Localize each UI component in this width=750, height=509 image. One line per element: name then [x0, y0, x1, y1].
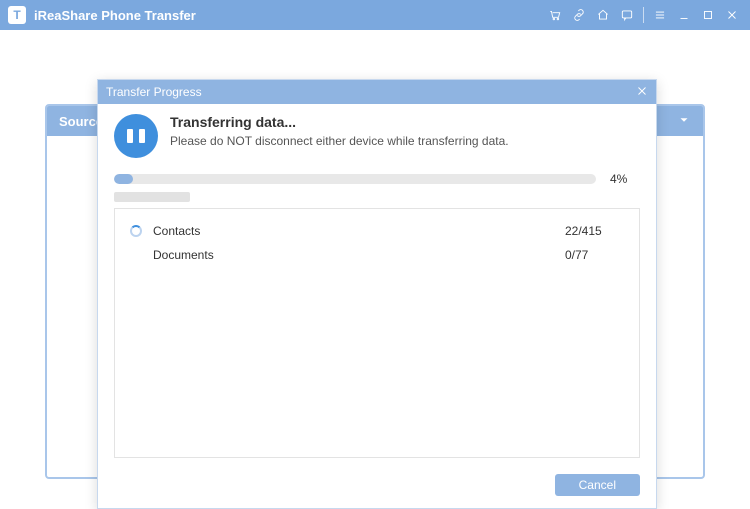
home-icon[interactable] [591, 3, 615, 27]
progress-percent: 4% [610, 172, 640, 186]
overall-progress: 4% [114, 172, 640, 186]
transfer-items-list: Contacts 22/415 Documents 0/77 [114, 208, 640, 458]
item-name: Documents [153, 248, 565, 262]
dialog-titlebar: Transfer Progress [98, 80, 656, 104]
cart-icon[interactable] [543, 3, 567, 27]
list-item: Documents 0/77 [129, 243, 625, 267]
titlebar: T iReaShare Phone Transfer [0, 0, 750, 30]
feedback-icon[interactable] [615, 3, 639, 27]
dialog-title: Transfer Progress [106, 85, 202, 99]
dialog-close-button[interactable] [636, 85, 648, 100]
titlebar-separator [643, 7, 644, 23]
cancel-button[interactable]: Cancel [555, 474, 640, 496]
dialog-heading: Transferring data... [170, 114, 509, 130]
transfer-icon [114, 114, 158, 158]
app-title: iReaShare Phone Transfer [34, 8, 196, 23]
item-count: 22/415 [565, 224, 625, 238]
link-icon[interactable] [567, 3, 591, 27]
menu-icon[interactable] [648, 3, 672, 27]
progress-bar-fill [114, 174, 133, 184]
item-count: 0/77 [565, 248, 625, 262]
current-file-placeholder [114, 192, 190, 202]
item-name: Contacts [153, 224, 565, 238]
dialog-subheading: Please do NOT disconnect either device w… [170, 134, 509, 148]
spinner-icon [129, 224, 143, 238]
progress-bar [114, 174, 596, 184]
close-button[interactable] [720, 3, 744, 27]
app-logo-icon: T [8, 6, 26, 24]
spinner-icon [129, 248, 143, 262]
maximize-button[interactable] [696, 3, 720, 27]
source-dropdown-caret-icon[interactable] [677, 113, 691, 130]
minimize-button[interactable] [672, 3, 696, 27]
list-item: Contacts 22/415 [129, 219, 625, 243]
transfer-progress-dialog: Transfer Progress Transferring data... P… [97, 79, 657, 509]
